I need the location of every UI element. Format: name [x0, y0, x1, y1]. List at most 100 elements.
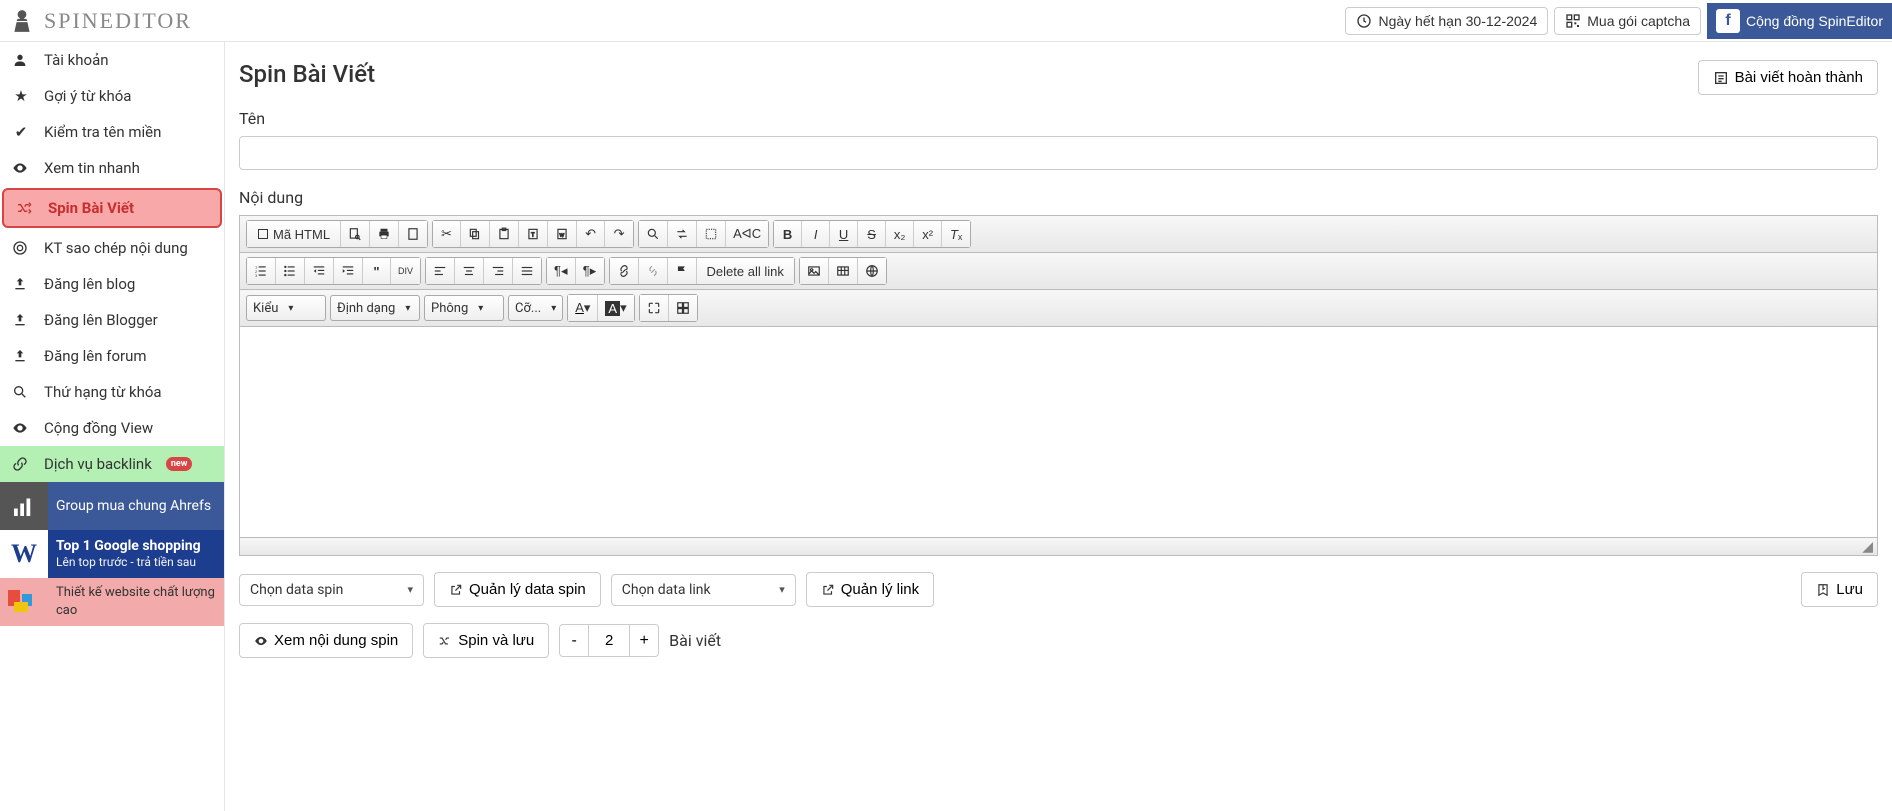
remove-format-button[interactable]: Tₓ: [942, 221, 970, 247]
sidebar-item-label: Tài khoản: [44, 51, 109, 69]
sidebar-item-post-blog[interactable]: Đăng lên blog: [0, 266, 224, 302]
delete-all-link-button[interactable]: Delete all link: [697, 258, 794, 284]
anchor-button[interactable]: [668, 258, 697, 284]
paste-button[interactable]: [490, 221, 519, 247]
sidebar-item-label: Gợi ý từ khóa: [44, 87, 131, 105]
svg-text:W: W: [560, 232, 565, 237]
size-select[interactable]: Cỡ...: [508, 295, 563, 321]
rich-text-editor: Mã HTML ✂ T W ↶ ↷: [239, 215, 1878, 556]
view-spin-button[interactable]: Xem nội dung spin: [239, 623, 413, 658]
sidebar-item-backlink[interactable]: Dịch vụ backlink new: [0, 446, 224, 482]
spin-save-button[interactable]: Spin và lưu: [423, 623, 549, 658]
rtl-button[interactable]: ¶▸: [576, 258, 604, 284]
sidebar-item-keyword-suggest[interactable]: ★ Gợi ý từ khóa: [0, 78, 224, 114]
template-button[interactable]: [399, 221, 427, 247]
ltr-button[interactable]: ¶◂: [547, 258, 576, 284]
quote-icon: ": [373, 264, 379, 279]
table-button[interactable]: [829, 258, 858, 284]
save-button[interactable]: Lưu: [1801, 572, 1878, 607]
align-justify-icon: [520, 264, 534, 278]
style-select[interactable]: Kiểu: [246, 295, 326, 321]
image-button[interactable]: [800, 258, 829, 284]
promo-website-design[interactable]: Thiết kế website chất lượng cao: [0, 578, 224, 626]
sidebar-item-copy-check[interactable]: KT sao chép nội dung: [0, 230, 224, 266]
sidebar-item-post-blogger[interactable]: Đăng lên Blogger: [0, 302, 224, 338]
align-left-button[interactable]: [426, 258, 455, 284]
cut-button[interactable]: ✂: [433, 221, 461, 247]
name-input[interactable]: [239, 136, 1878, 170]
underline-button[interactable]: U: [830, 221, 858, 247]
bg-color-button[interactable]: A▾: [598, 295, 633, 321]
manage-spin-button[interactable]: Quản lý data spin: [434, 572, 601, 607]
post-label: Bài viết: [669, 631, 721, 650]
manage-link-button[interactable]: Quản lý link: [806, 572, 934, 607]
data-link-select[interactable]: Chọn data link: [611, 574, 796, 606]
cut-icon: ✂: [441, 226, 452, 242]
indent-button[interactable]: [334, 258, 363, 284]
save-icon: [1816, 583, 1830, 597]
sidebar-item-account[interactable]: Tài khoản: [0, 42, 224, 78]
outdent-button[interactable]: [305, 258, 334, 284]
print-button[interactable]: [370, 221, 399, 247]
editor-resize-handle[interactable]: ◢: [240, 537, 1877, 555]
promo-ahrefs[interactable]: Group mua chung Ahrefs: [0, 482, 224, 530]
copy-button[interactable]: [461, 221, 490, 247]
sidebar-item-post-forum[interactable]: Đăng lên forum: [0, 338, 224, 374]
paste-word-button[interactable]: W: [548, 221, 577, 247]
format-select[interactable]: Định dạng: [330, 295, 420, 321]
strike-button[interactable]: S: [858, 221, 886, 247]
bullet-list-button[interactable]: [276, 258, 305, 284]
subscript-button[interactable]: x₂: [886, 221, 914, 247]
brand-logo-icon: [8, 7, 36, 35]
promo-google-shopping[interactable]: W Top 1 Google shopping Lên top trước - …: [0, 530, 224, 578]
undo-button[interactable]: ↶: [577, 221, 605, 247]
paste-text-button[interactable]: T: [519, 221, 548, 247]
svg-text:1: 1: [255, 266, 257, 270]
community-button[interactable]: f Cộng đồng SpinEditor: [1707, 3, 1892, 39]
count-input[interactable]: [589, 624, 629, 657]
qr-icon: [1565, 13, 1581, 29]
decrement-button[interactable]: -: [559, 624, 589, 657]
sidebar-item-community-view[interactable]: Cộng đồng View: [0, 410, 224, 446]
sidebar-item-keyword-rank[interactable]: Thứ hạng từ khóa: [0, 374, 224, 410]
redo-button[interactable]: ↷: [605, 221, 633, 247]
unlink-icon: [646, 264, 660, 278]
facebook-icon: f: [1716, 9, 1740, 33]
expiry-button[interactable]: Ngày hết hạn 30-12-2024: [1345, 7, 1548, 35]
preview-button[interactable]: [341, 221, 370, 247]
numbered-list-button[interactable]: 123: [247, 258, 276, 284]
ol-icon: 123: [254, 264, 268, 278]
bg-color-icon: A: [605, 301, 620, 316]
blockquote-button[interactable]: ": [363, 258, 391, 284]
buy-captcha-button[interactable]: Mua gói captcha: [1554, 7, 1701, 35]
redo-icon: ↷: [614, 226, 625, 242]
data-spin-select[interactable]: Chọn data spin: [239, 574, 424, 606]
sidebar-item-quick-news[interactable]: Xem tin nhanh: [0, 150, 224, 186]
sidebar-item-domain-check[interactable]: ✔ Kiểm tra tên miền: [0, 114, 224, 150]
superscript-button[interactable]: x²: [914, 221, 942, 247]
increment-button[interactable]: +: [629, 624, 659, 657]
completed-posts-button[interactable]: Bài viết hoàn thành: [1698, 60, 1878, 95]
bold-button[interactable]: B: [774, 221, 802, 247]
sidebar-item-spin-post[interactable]: Spin Bài Viết: [2, 188, 222, 228]
editor-content-area[interactable]: [240, 327, 1877, 537]
unlink-button[interactable]: [639, 258, 668, 284]
brand: SPINEDITOR: [8, 7, 192, 35]
align-justify-button[interactable]: [513, 258, 541, 284]
replace-button[interactable]: [668, 221, 697, 247]
select-all-button[interactable]: [697, 221, 726, 247]
link-button[interactable]: [610, 258, 639, 284]
align-right-button[interactable]: [484, 258, 513, 284]
text-color-button[interactable]: A▾: [568, 295, 598, 321]
show-blocks-button[interactable]: [669, 295, 697, 321]
align-center-button[interactable]: [455, 258, 484, 284]
div-button[interactable]: DIV: [391, 258, 420, 284]
find-button[interactable]: [639, 221, 668, 247]
font-select[interactable]: Phông: [424, 295, 504, 321]
italic-button[interactable]: I: [802, 221, 830, 247]
source-button[interactable]: Mã HTML: [247, 221, 341, 247]
iframe-button[interactable]: [858, 258, 886, 284]
spellcheck-button[interactable]: AᐊC: [726, 221, 768, 247]
svg-text:2: 2: [255, 270, 257, 274]
maximize-button[interactable]: [640, 295, 669, 321]
